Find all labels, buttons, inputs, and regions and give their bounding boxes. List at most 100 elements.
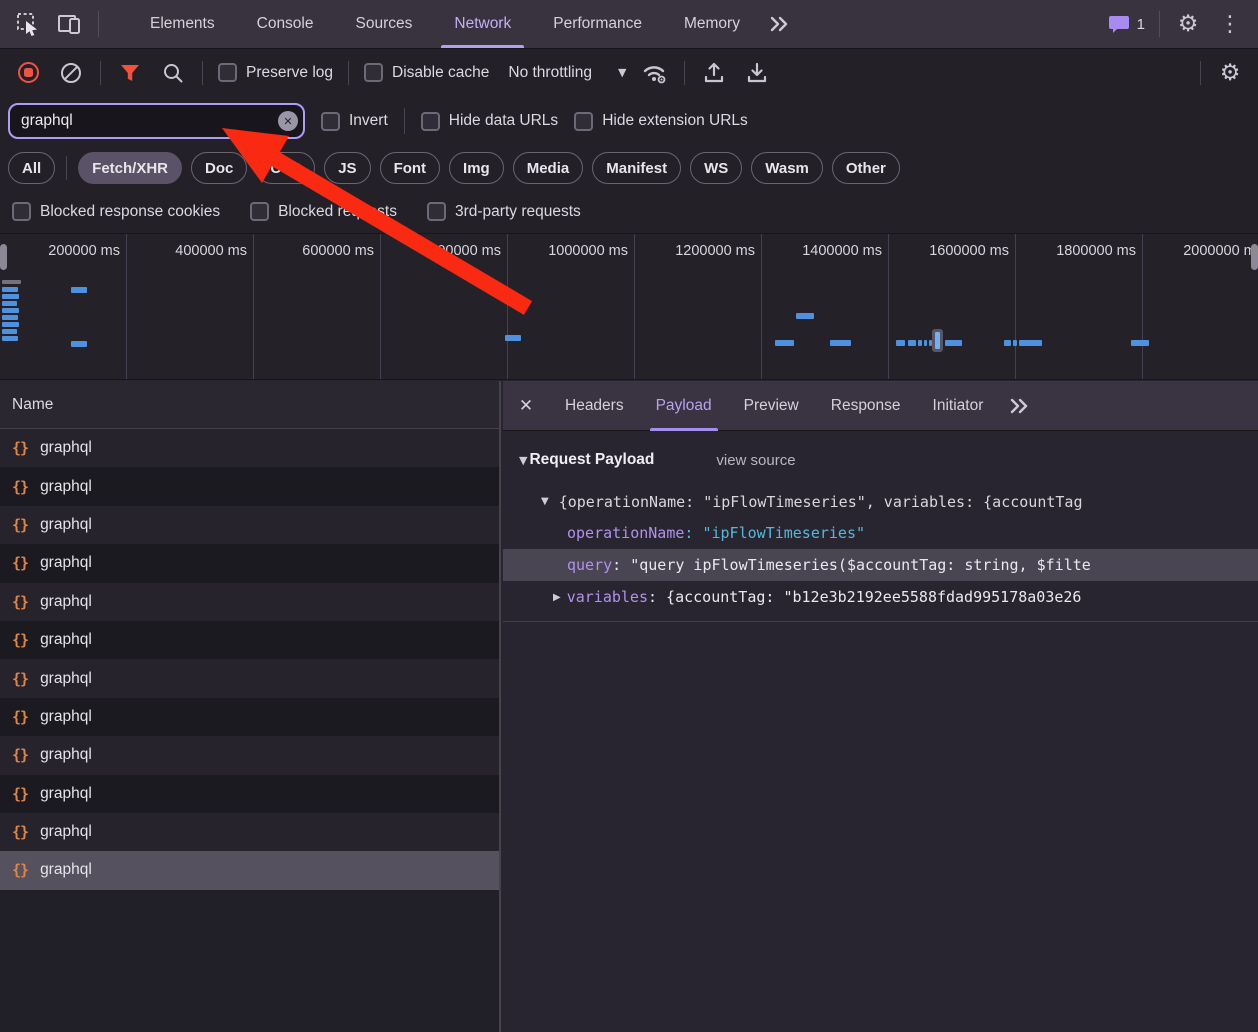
table-row[interactable]: {}graphql xyxy=(0,544,499,582)
filter-chip-doc[interactable]: Doc xyxy=(191,152,247,184)
blocked-requests-checkbox[interactable]: Blocked requests xyxy=(250,202,397,221)
request-name: graphql xyxy=(40,746,92,764)
filter-chip-img[interactable]: Img xyxy=(449,152,504,184)
filter-icon[interactable] xyxy=(116,59,144,87)
view-source-link[interactable]: view source xyxy=(716,452,795,469)
expand-triangle-icon[interactable]: ▶ xyxy=(553,592,561,603)
waterfall-mark xyxy=(830,340,851,346)
table-row[interactable]: {}graphql xyxy=(0,736,499,774)
table-row[interactable]: {}graphql xyxy=(0,851,499,889)
json-request-icon: {} xyxy=(12,670,28,688)
settings-gear-icon[interactable]: ⚙ xyxy=(1174,10,1202,38)
export-har-icon[interactable] xyxy=(743,59,771,87)
json-request-icon: {} xyxy=(12,516,28,534)
network-conditions-icon[interactable] xyxy=(641,59,669,87)
throttling-value: No throttling xyxy=(508,64,592,82)
hide-data-urls-checkbox[interactable]: Hide data URLs xyxy=(421,112,558,131)
details-tab-payload[interactable]: Payload xyxy=(640,381,728,431)
waterfall-mark xyxy=(2,336,18,341)
payload-value: : {accountTag: "b12e3b2192ee5588fdad9951… xyxy=(648,588,1081,606)
invert-checkbox[interactable]: Invert xyxy=(321,112,388,131)
payload-row[interactable]: query: "query ipFlowTimeseries($accountT… xyxy=(503,549,1258,581)
more-details-tabs-icon[interactable] xyxy=(1005,392,1033,420)
collapse-triangle-icon[interactable]: ▼ xyxy=(519,454,527,467)
table-row[interactable]: {}graphql xyxy=(0,583,499,621)
payload-row[interactable]: operationName: "ipFlowTimeseries" xyxy=(503,517,1258,549)
hide-data-urls-label: Hide data URLs xyxy=(449,112,558,130)
checkbox-label: Blocked response cookies xyxy=(40,203,220,221)
device-toolbar-icon[interactable] xyxy=(56,10,84,38)
checkbox-label: 3rd-party requests xyxy=(455,203,581,221)
more-tabs-icon[interactable] xyxy=(765,10,793,38)
table-row[interactable]: {}graphql xyxy=(0,813,499,851)
details-tab-preview[interactable]: Preview xyxy=(728,381,815,431)
close-details-icon[interactable]: ✕ xyxy=(503,396,549,416)
table-row[interactable]: {}graphql xyxy=(0,621,499,659)
network-overview-timeline[interactable]: 200000 ms400000 ms600000 ms800000 ms1000… xyxy=(0,233,1258,380)
table-row[interactable]: {}graphql xyxy=(0,429,499,467)
clear-network-log-icon[interactable] xyxy=(57,59,85,87)
request-name: graphql xyxy=(40,785,92,803)
tab-elements[interactable]: Elements xyxy=(129,0,236,48)
record-network-log-icon[interactable] xyxy=(14,59,42,87)
filter-chip-fetch-xhr[interactable]: Fetch/XHR xyxy=(78,152,182,184)
checkbox-label: Blocked requests xyxy=(278,203,397,221)
filter-chip-font[interactable]: Font xyxy=(380,152,440,184)
network-filter-input[interactable] xyxy=(8,103,305,139)
preserve-log-checkbox[interactable]: Preserve log xyxy=(218,63,333,82)
kebab-menu-icon[interactable]: ⋮ xyxy=(1216,10,1244,38)
chevron-down-icon: ▼ xyxy=(618,66,626,79)
toolbar-divider xyxy=(202,61,203,85)
filter-chip-js[interactable]: JS xyxy=(324,152,370,184)
hide-extension-urls-checkbox[interactable]: Hide extension URLs xyxy=(574,112,748,131)
3rd-party-requests-checkbox[interactable]: 3rd-party requests xyxy=(427,202,581,221)
table-row[interactable]: {}graphql xyxy=(0,467,499,505)
details-tab-response[interactable]: Response xyxy=(815,381,917,431)
tab-sources[interactable]: Sources xyxy=(335,0,434,48)
filter-chip-other[interactable]: Other xyxy=(832,152,900,184)
table-row[interactable]: {}graphql xyxy=(0,698,499,736)
clear-filter-icon[interactable]: ✕ xyxy=(278,111,298,131)
filter-chip-ws[interactable]: WS xyxy=(690,152,742,184)
import-har-icon[interactable] xyxy=(700,59,728,87)
tab-performance[interactable]: Performance xyxy=(532,0,663,48)
filter-chip-media[interactable]: Media xyxy=(513,152,584,184)
inspect-element-icon[interactable] xyxy=(14,10,42,38)
issues-button[interactable]: 1 xyxy=(1108,14,1145,34)
tab-memory[interactable]: Memory xyxy=(663,0,761,48)
json-request-icon: {} xyxy=(12,554,28,572)
waterfall-mark xyxy=(796,313,814,319)
waterfall-mark xyxy=(924,340,927,346)
payload-summary-row[interactable]: ▼ {operationName: "ipFlowTimeseries", va… xyxy=(503,486,1258,517)
table-row[interactable]: {}graphql xyxy=(0,659,499,697)
network-settings-gear-icon[interactable]: ⚙ xyxy=(1216,59,1244,87)
filter-chip-all[interactable]: All xyxy=(8,152,55,184)
request-name: graphql xyxy=(40,861,92,879)
json-request-icon: {} xyxy=(12,478,28,496)
tab-network[interactable]: Network xyxy=(433,0,532,48)
search-icon[interactable] xyxy=(159,59,187,87)
blocked-response-cookies-checkbox[interactable]: Blocked response cookies xyxy=(12,202,220,221)
filter-chip-css[interactable]: CSS xyxy=(256,152,315,184)
table-row[interactable]: {}graphql xyxy=(0,506,499,544)
payload-rows: operationName: "ipFlowTimeseries"query: … xyxy=(503,517,1258,613)
details-tab-headers[interactable]: Headers xyxy=(549,381,640,431)
overview-left-handle[interactable] xyxy=(0,244,7,270)
details-tab-initiator[interactable]: Initiator xyxy=(917,381,1000,431)
payload-row[interactable]: ▶variables: {accountTag: "b12e3b2192ee55… xyxy=(503,581,1258,613)
request-type-chips: All Fetch/XHR Doc CSS JS Font Img MediaManifest… xyxy=(0,146,1258,190)
payload-summary-text: {operationName: "ipFlowTimeseries", vari… xyxy=(559,493,1083,511)
name-column-header[interactable]: Name xyxy=(0,381,499,429)
issues-bubble-icon xyxy=(1108,14,1130,34)
payload-divider xyxy=(503,621,1258,622)
network-toolbar: Preserve log Disable cache No throttling… xyxy=(0,48,1258,96)
devtools-window: ElementsConsoleSourcesNetworkPerformance… xyxy=(0,0,1258,1032)
filter-chip-wasm[interactable]: Wasm xyxy=(751,152,823,184)
overview-right-handle[interactable] xyxy=(1251,244,1258,270)
disable-cache-checkbox[interactable]: Disable cache xyxy=(364,63,489,82)
throttling-select[interactable]: No throttling ▼ xyxy=(504,64,626,82)
waterfall-mark xyxy=(2,308,19,313)
tab-console[interactable]: Console xyxy=(236,0,335,48)
filter-chip-manifest[interactable]: Manifest xyxy=(592,152,681,184)
table-row[interactable]: {}graphql xyxy=(0,775,499,813)
